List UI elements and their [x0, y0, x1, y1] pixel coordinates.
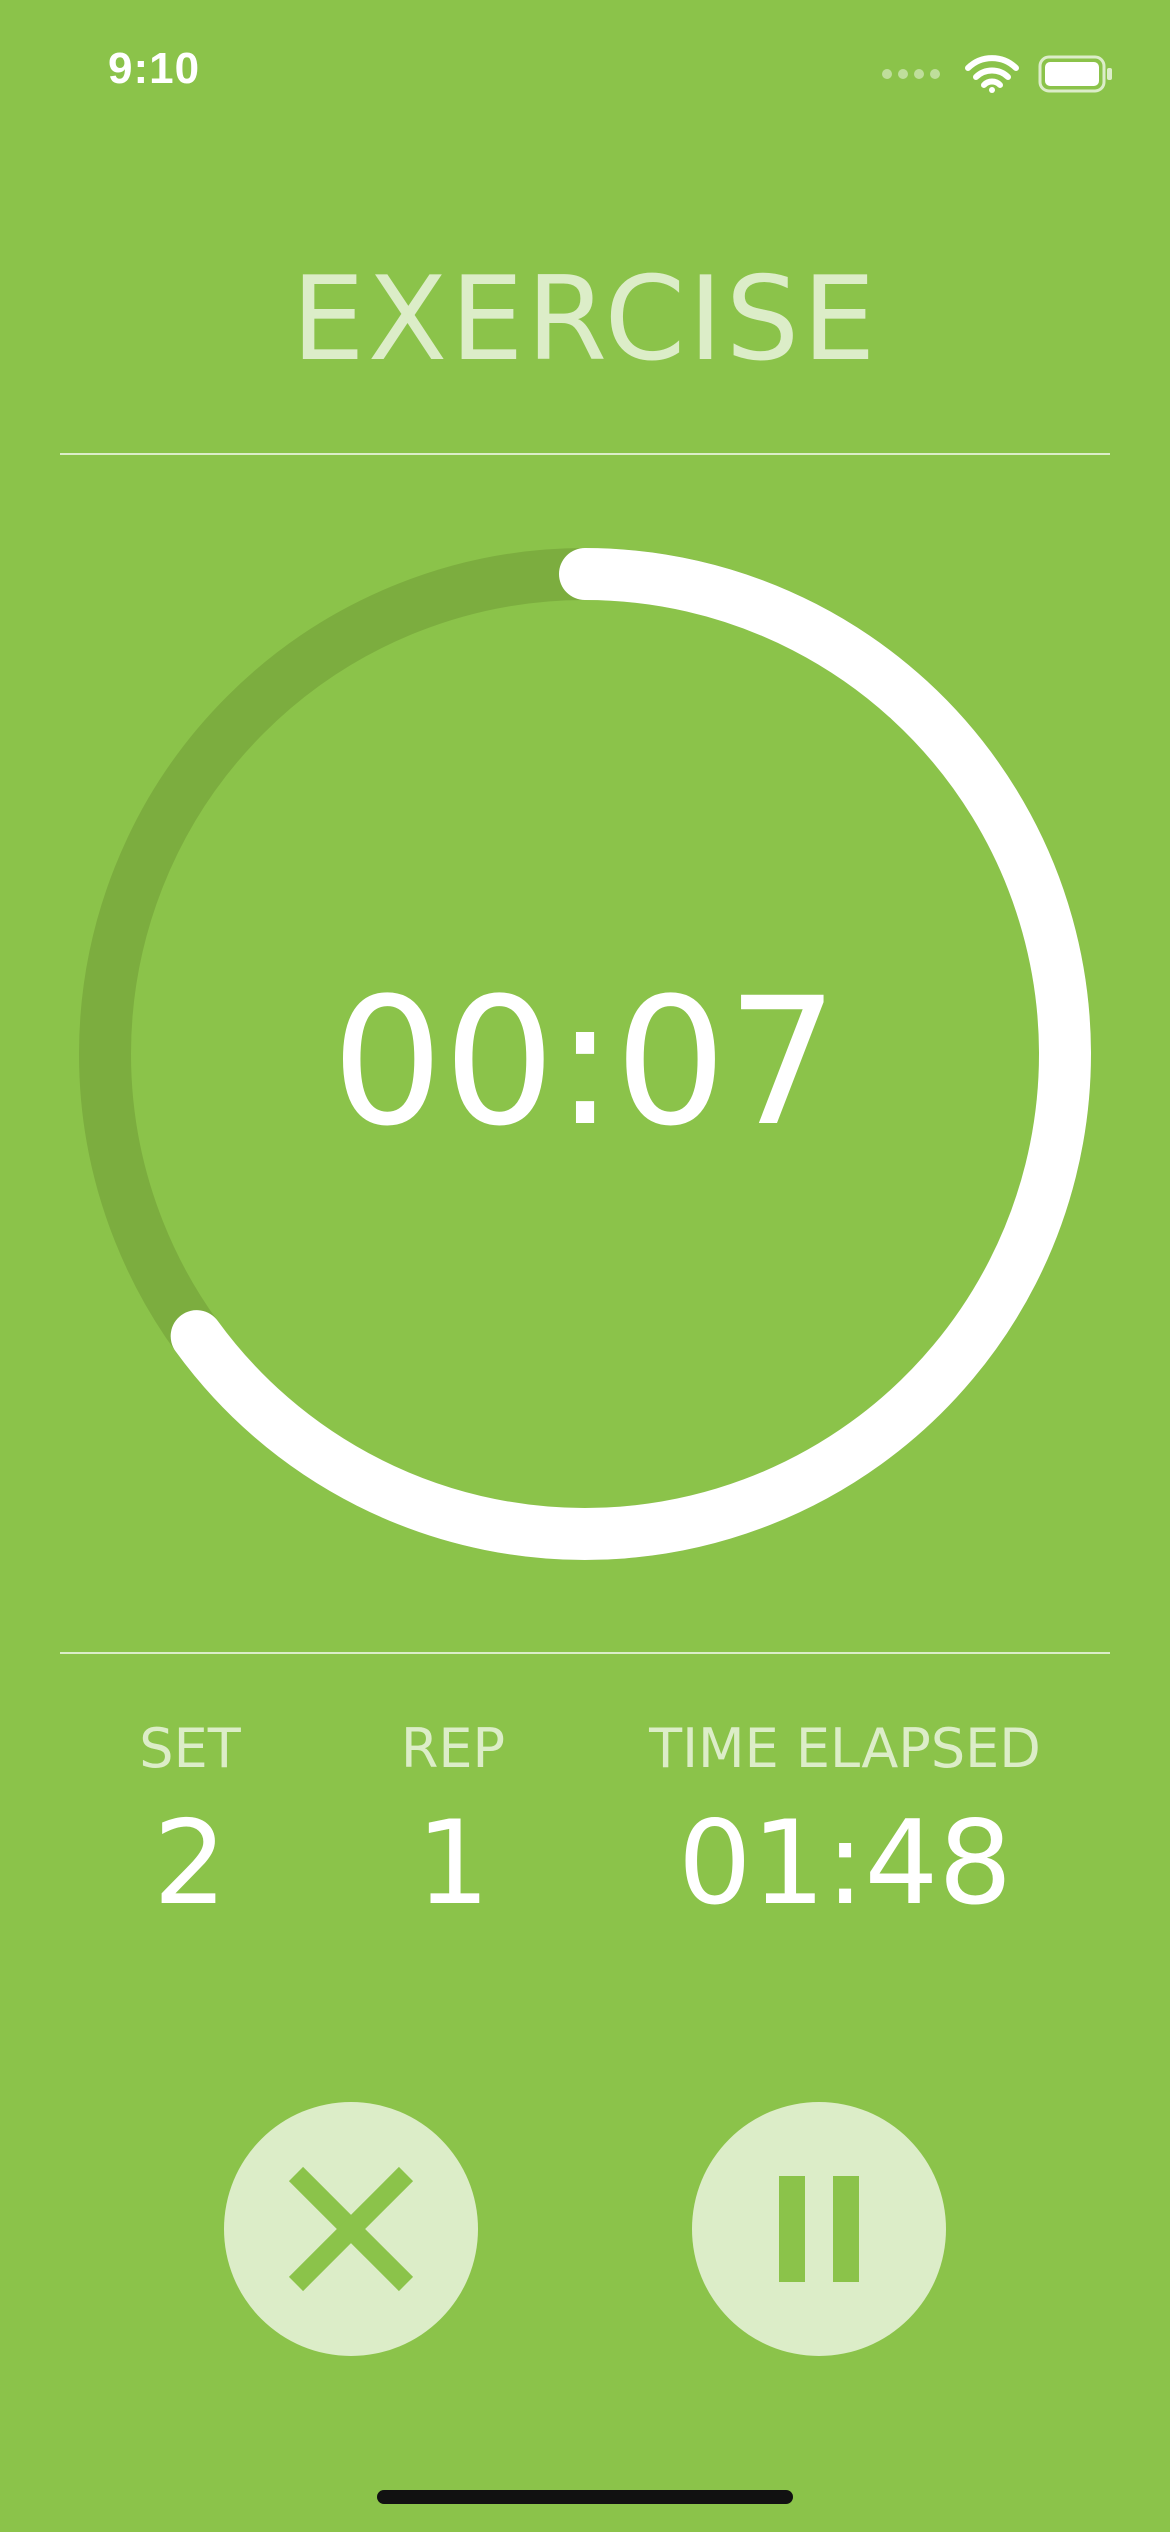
time-elapsed-value: 01:48	[677, 1796, 1013, 1931]
status-time: 9:10	[108, 44, 201, 93]
rep-stat: REP 1	[363, 1722, 543, 1922]
bottom-divider	[60, 1652, 1110, 1654]
time-elapsed-label: TIME ELAPSED	[649, 1717, 1041, 1780]
rep-label: REP	[400, 1717, 506, 1780]
home-indicator[interactable]	[377, 2490, 793, 2504]
wifi-icon	[965, 55, 1019, 93]
cancel-button[interactable]	[224, 2102, 478, 2356]
close-icon	[288, 2166, 414, 2292]
set-stat: SET 2	[100, 1722, 280, 1922]
countdown-timer: 00:07	[331, 960, 839, 1165]
top-divider	[60, 453, 1110, 455]
rep-value: 1	[416, 1796, 490, 1931]
page-title: EXERCISE	[291, 252, 879, 387]
set-value: 2	[153, 1796, 227, 1931]
pause-button[interactable]	[692, 2102, 946, 2356]
battery-icon	[1038, 55, 1112, 93]
pause-icon	[779, 2176, 859, 2282]
set-label: SET	[139, 1717, 241, 1780]
signal-icon	[882, 69, 940, 79]
status-icons	[882, 52, 1114, 96]
time-elapsed-stat: TIME ELAPSED 01:48	[620, 1722, 1070, 1922]
